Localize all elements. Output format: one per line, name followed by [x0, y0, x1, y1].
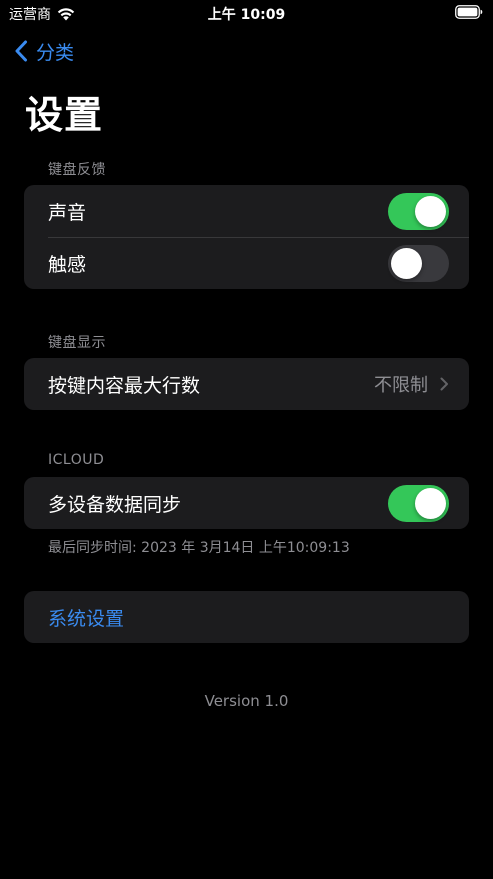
back-button[interactable]: 分类 — [14, 38, 74, 64]
sound-row: 声音 — [24, 185, 469, 237]
max-rows-label: 按键内容最大行数 — [48, 374, 201, 397]
section-header-icloud: ICLOUD — [48, 452, 105, 468]
battery-full-icon — [455, 5, 483, 19]
sound-label: 声音 — [48, 201, 87, 224]
status-bar: 运营商 上午 10:09 — [0, 0, 493, 26]
section-header-keyboard-feedback: 键盘反馈 — [48, 162, 106, 178]
keyboard-feedback-group: 声音 触感 — [24, 185, 469, 289]
keyboard-display-group: 按键内容最大行数 不限制 — [24, 358, 469, 410]
chevron-right-icon — [440, 377, 448, 391]
status-time: 上午 10:09 — [207, 7, 286, 23]
page-title: 设置 — [25, 93, 104, 137]
toggle-knob — [391, 247, 422, 279]
sync-label: 多设备数据同步 — [48, 493, 182, 516]
toggle-knob — [415, 195, 446, 227]
icloud-group: 多设备数据同步 — [24, 477, 469, 529]
section-header-keyboard-display: 键盘显示 — [48, 335, 106, 351]
version-label: Version 1.0 — [204, 692, 289, 710]
max-rows-value: 不限制 — [374, 375, 428, 396]
system-settings-label: 系统设置 — [48, 607, 125, 630]
back-label: 分类 — [36, 41, 75, 64]
haptics-toggle[interactable] — [388, 244, 449, 282]
max-rows-row[interactable]: 按键内容最大行数 不限制 — [24, 358, 469, 410]
system-settings-group: 系统设置 — [24, 591, 469, 643]
last-sync-time: 最后同步时间: 2023 年 3月14日 上午10:09:13 — [48, 540, 350, 556]
settings-screen: 运营商 上午 10:09 分类 设置 键盘反馈 声音 触感 键盘显示 按键内容最… — [0, 0, 493, 879]
haptics-row: 触感 — [24, 237, 469, 289]
toggle-knob — [415, 487, 446, 519]
system-settings-button[interactable]: 系统设置 — [24, 591, 469, 643]
sound-toggle[interactable] — [388, 192, 449, 230]
haptics-label: 触感 — [48, 253, 87, 276]
sync-toggle[interactable] — [388, 484, 449, 522]
sync-row: 多设备数据同步 — [24, 477, 469, 529]
chevron-left-icon — [15, 40, 27, 62]
